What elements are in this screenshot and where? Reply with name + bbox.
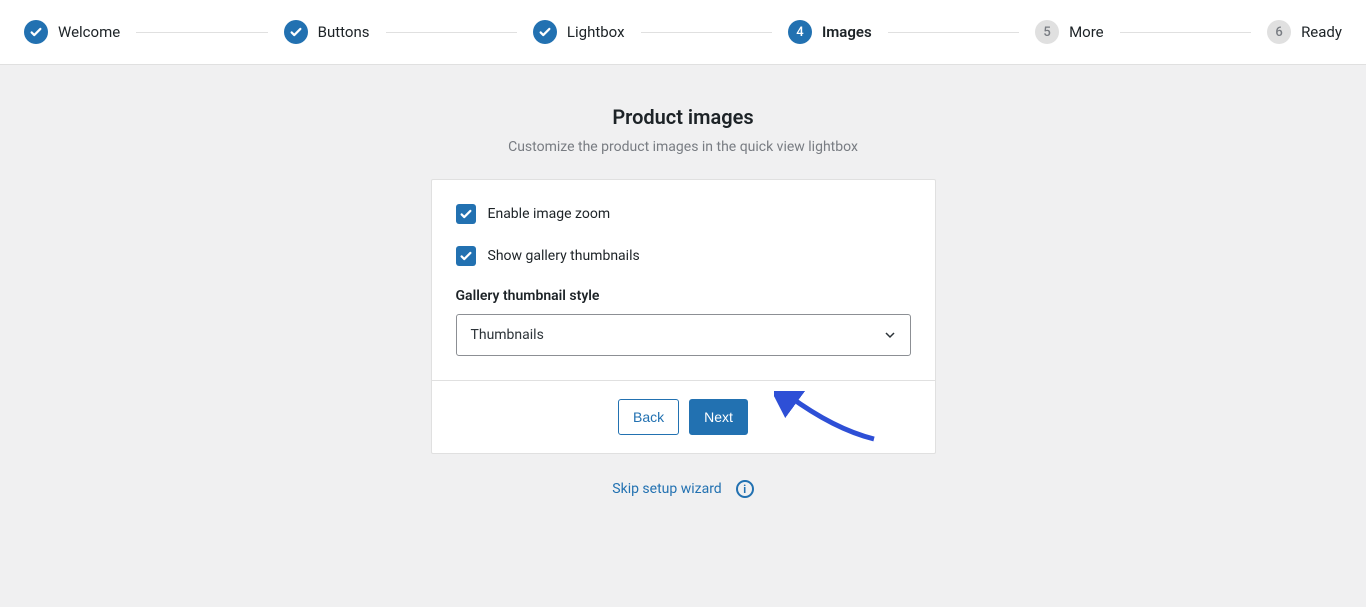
step-label: Lightbox	[567, 23, 625, 41]
show-thumbnails-row: Show gallery thumbnails	[456, 246, 911, 266]
main: Product images Customize the product ima…	[0, 65, 1366, 498]
step-buttons[interactable]: Buttons	[284, 20, 370, 44]
thumbnail-style-select-wrap: Thumbnails	[456, 314, 911, 356]
step-images[interactable]: 4 Images	[788, 20, 872, 44]
check-icon	[533, 20, 557, 44]
setup-stepper: Welcome Buttons Lightbox 4 Images 5 More…	[0, 0, 1366, 65]
skip-setup-link[interactable]: Skip setup wizard	[612, 481, 721, 497]
step-label: Images	[822, 23, 872, 41]
step-more[interactable]: 5 More	[1035, 20, 1104, 44]
back-button[interactable]: Back	[618, 399, 679, 435]
next-button[interactable]: Next	[689, 399, 748, 435]
step-ready[interactable]: 6 Ready	[1267, 20, 1342, 44]
step-connector	[136, 32, 267, 33]
card-footer: Back Next	[432, 380, 935, 453]
step-welcome[interactable]: Welcome	[24, 20, 120, 44]
step-label: More	[1069, 23, 1104, 41]
thumbnail-style-select[interactable]: Thumbnails	[456, 314, 911, 356]
step-label: Ready	[1301, 23, 1342, 41]
skip-row: Skip setup wizard i	[612, 480, 753, 498]
step-label: Welcome	[58, 23, 120, 41]
info-icon[interactable]: i	[736, 480, 754, 498]
step-connector	[386, 32, 517, 33]
page-title: Product images	[612, 105, 753, 129]
select-value: Thumbnails	[471, 327, 544, 343]
step-lightbox[interactable]: Lightbox	[533, 20, 625, 44]
card-body: Enable image zoom Show gallery thumbnail…	[432, 180, 935, 380]
page-subtitle: Customize the product images in the quic…	[508, 139, 858, 155]
step-connector	[641, 32, 772, 33]
chevron-down-icon	[884, 329, 896, 341]
enable-zoom-label: Enable image zoom	[488, 206, 611, 222]
thumbnail-style-label: Gallery thumbnail style	[456, 288, 911, 304]
settings-card: Enable image zoom Show gallery thumbnail…	[431, 179, 936, 454]
step-number: 6	[1267, 20, 1291, 44]
step-connector	[888, 32, 1019, 33]
step-label: Buttons	[318, 23, 370, 41]
show-thumbnails-checkbox[interactable]	[456, 246, 476, 266]
enable-zoom-checkbox[interactable]	[456, 204, 476, 224]
step-number: 5	[1035, 20, 1059, 44]
check-icon	[24, 20, 48, 44]
show-thumbnails-label: Show gallery thumbnails	[488, 248, 640, 264]
enable-zoom-row: Enable image zoom	[456, 204, 911, 224]
step-connector	[1120, 32, 1251, 33]
step-number: 4	[788, 20, 812, 44]
check-icon	[284, 20, 308, 44]
annotation-arrow-icon	[774, 391, 884, 446]
